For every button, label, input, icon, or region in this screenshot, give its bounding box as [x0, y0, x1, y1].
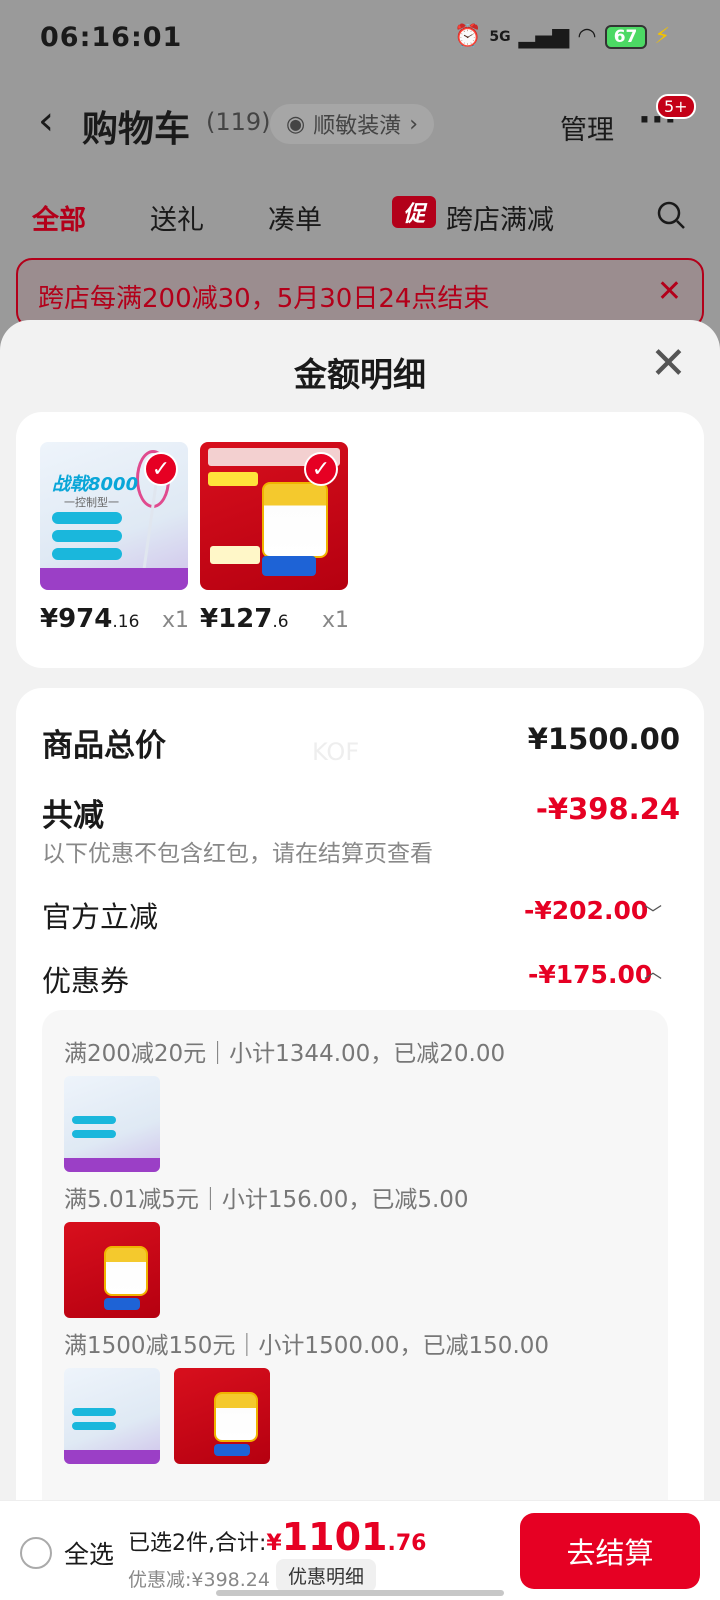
- feature-bar: [72, 1130, 116, 1138]
- coupon-product-thumbnail: [174, 1368, 270, 1464]
- milk-can-shape: [104, 1246, 148, 1296]
- coupon-rule: 满1500减150元｜小计1500.00，已减150.00: [64, 1333, 550, 1359]
- badge-shape: [262, 556, 316, 576]
- search-icon[interactable]: [656, 200, 686, 230]
- official-discount-label: 官方立减: [42, 900, 159, 934]
- reduce-label: 共减: [42, 798, 104, 834]
- watermark: KOF: [312, 738, 360, 766]
- close-icon[interactable]: ✕: [650, 342, 687, 386]
- network-label: 5G: [489, 28, 511, 45]
- price-tag-shape: [210, 546, 260, 564]
- check-icon: ✓: [304, 452, 338, 486]
- address-label: 顺敏装潢: [313, 114, 402, 139]
- check-icon: ✓: [144, 452, 178, 486]
- cart-header: ‹ 购物车 (119) ◉ 顺敏装潢 › 管理 ··· 5+: [0, 90, 720, 160]
- coupon-rule: 满5.01减5元｜小计156.00，已减5.00: [64, 1187, 469, 1213]
- alarm-icon: ⏰: [453, 24, 482, 49]
- feature-bar: [52, 530, 122, 542]
- checkout-button[interactable]: 去结算: [520, 1513, 700, 1589]
- currency-symbol: ¥: [266, 1531, 282, 1556]
- chevron-up-icon[interactable]: ︿: [644, 958, 662, 984]
- tab-bundle[interactable]: 凑单: [268, 198, 322, 237]
- page-title: 购物车: [82, 109, 191, 150]
- price-strip: [40, 568, 188, 590]
- promo-text: 跨店每满200减30，5月30日24点结束: [38, 284, 490, 314]
- chevron-down-icon[interactable]: ﹀: [644, 900, 662, 926]
- discount-summary: 优惠减:¥398.24: [128, 1569, 270, 1591]
- reduce-value: -¥398.24: [535, 792, 680, 826]
- coupon-label: 优惠券: [42, 964, 130, 998]
- manage-button[interactable]: 管理: [560, 108, 614, 147]
- charging-icon: ⚡: [654, 24, 670, 49]
- wifi-icon: ◠: [577, 24, 597, 49]
- total-label: 商品总价: [42, 728, 166, 764]
- product-quantity: x1: [162, 608, 190, 633]
- status-icons: ⏰ 5G ▂▄▆ ◠ 67 ⚡: [454, 24, 670, 49]
- select-all-label[interactable]: 全选: [64, 1535, 114, 1571]
- cart-tabs: 全部 送礼 凑单 促 跨店满减: [0, 190, 720, 240]
- product-quantity: x1: [322, 608, 350, 633]
- signal-icon: ▂▄▆: [518, 24, 570, 49]
- status-bar: 06:16:01 ⏰ 5G ▂▄▆ ◠ 67 ⚡: [0, 0, 720, 80]
- coupon-value[interactable]: -¥175.00: [528, 960, 652, 989]
- feature-bar: [52, 548, 122, 560]
- feature-bar: [72, 1408, 116, 1416]
- price-strip: [64, 1158, 160, 1172]
- badge-shape: [214, 1444, 250, 1456]
- discount-detail-button[interactable]: 优惠明细: [276, 1559, 377, 1592]
- feature-bar: [72, 1422, 116, 1430]
- coupon-product-thumbnail: [64, 1076, 160, 1172]
- amount-breakdown-card: KOF 商品总价 ¥1500.00 共减 -¥398.24 以下优惠不包含红包，…: [16, 688, 704, 1600]
- selected-products-card: 战戟8000 一控制型一 ✓ ¥974.16 x1 ✓ ¥127.6 x1: [16, 412, 704, 668]
- milk-can-shape: [262, 482, 328, 558]
- sheet-title: 金额明细: [294, 355, 426, 394]
- amount-detail-sheet: 金额明细 ✕ 战戟8000 一控制型一 ✓ ¥974.16 x1 ✓ ¥127.…: [0, 320, 720, 1600]
- coupon-product-thumbnail: [64, 1368, 160, 1464]
- price-strip: [64, 1450, 160, 1464]
- product-price: ¥127.6: [200, 604, 289, 634]
- product-item-milk[interactable]: ✓ ¥127.6 x1: [200, 442, 349, 634]
- total-summary: 已选2件,合计:¥1101.76: [128, 1515, 426, 1559]
- tab-all[interactable]: 全部: [32, 198, 86, 237]
- milk-can-shape: [214, 1392, 258, 1442]
- tab-gift[interactable]: 送礼: [150, 198, 204, 237]
- select-all-checkbox[interactable]: [20, 1537, 52, 1569]
- total-integer: 1101: [281, 1515, 388, 1559]
- product-logo-text: 战戟8000: [52, 474, 139, 495]
- status-time: 06:16:01: [40, 22, 183, 53]
- summary-prefix: 已选2件,合计:: [128, 1531, 267, 1556]
- product-price: ¥974.16: [40, 604, 140, 634]
- cart-count: (119): [206, 108, 271, 136]
- feature-bar: [72, 1116, 116, 1124]
- tab-cross-store[interactable]: 跨店满减: [446, 198, 554, 237]
- promo-banner: 跨店每满200减30，5月30日24点结束 ✕: [16, 258, 704, 328]
- battery-icon: 67: [604, 24, 647, 49]
- product-sub-text: 一控制型一: [64, 496, 119, 509]
- chevron-right-icon: ›: [409, 111, 419, 137]
- total-value: ¥1500.00: [527, 722, 680, 756]
- coupon-rule: 满200减20元｜小计1344.00，已减20.00: [64, 1041, 506, 1067]
- back-icon[interactable]: ‹: [38, 98, 54, 144]
- promo-tag: 促: [392, 196, 436, 228]
- label-strip: [208, 472, 258, 486]
- product-thumbnail: ✓: [200, 442, 348, 590]
- coupon-product-thumbnail: [64, 1222, 160, 1318]
- official-discount-value[interactable]: -¥202.00: [524, 896, 648, 925]
- feature-bar: [52, 512, 122, 524]
- reduce-note: 以下优惠不包含红包，请在结算页查看: [42, 841, 433, 867]
- home-indicator[interactable]: [216, 1590, 504, 1596]
- product-thumbnail: 战戟8000 一控制型一 ✓: [40, 442, 188, 590]
- close-icon[interactable]: ✕: [657, 274, 682, 309]
- address-selector[interactable]: ◉ 顺敏装潢 ›: [270, 104, 435, 144]
- eye-icon: ◉: [286, 111, 306, 137]
- badge-shape: [104, 1298, 140, 1310]
- total-decimal: .76: [387, 1531, 427, 1556]
- product-item-racket[interactable]: 战戟8000 一控制型一 ✓ ¥974.16 x1: [40, 442, 189, 634]
- message-badge: 5+: [656, 94, 696, 119]
- checkout-bar: 全选 已选2件,合计:¥1101.76 优惠减:¥398.24 优惠明细 去结算: [0, 1500, 720, 1600]
